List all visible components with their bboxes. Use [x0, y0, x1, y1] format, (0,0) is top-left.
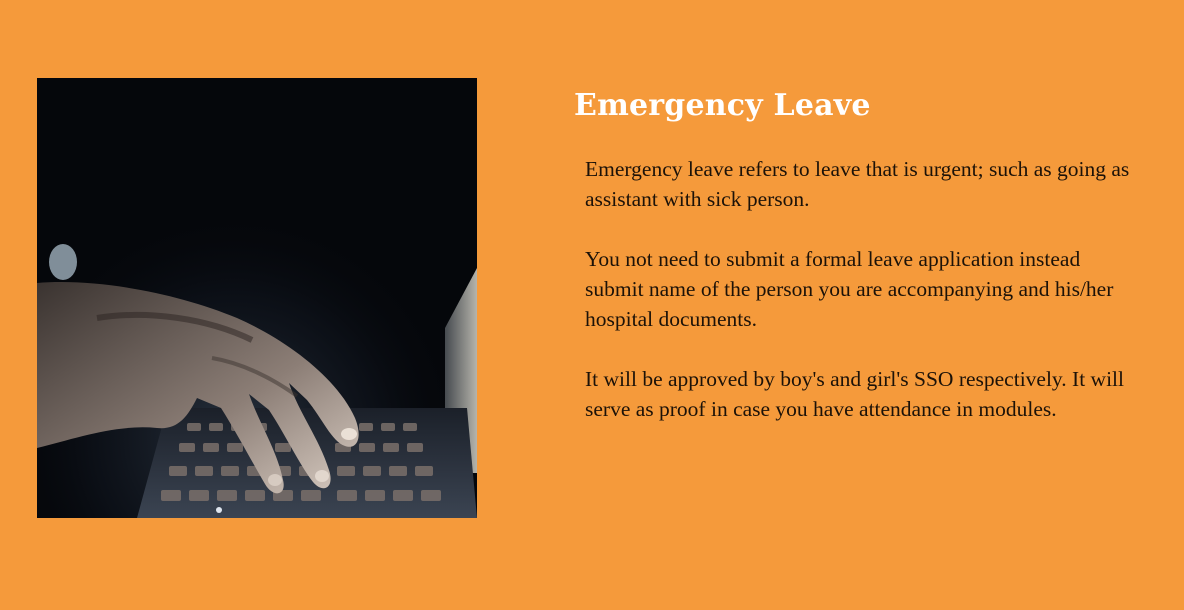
page-title: Emergency Leave — [574, 88, 871, 123]
paragraph-requirements: You not need to submit a formal leave ap… — [585, 247, 1114, 331]
paragraph-definition: Emergency leave refers to leave that is … — [585, 157, 1130, 211]
content-panel: Emergency Leave Emergency leave refers t… — [574, 84, 1154, 454]
laptop-typing-photo — [37, 78, 477, 518]
body-text: Emergency leave refers to leave that is … — [585, 154, 1137, 424]
laptop-typing-illustration — [37, 78, 477, 518]
paragraph-approval: It will be approved by boy's and girl's … — [585, 367, 1124, 421]
slide: Emergency Leave Emergency leave refers t… — [0, 0, 1184, 610]
